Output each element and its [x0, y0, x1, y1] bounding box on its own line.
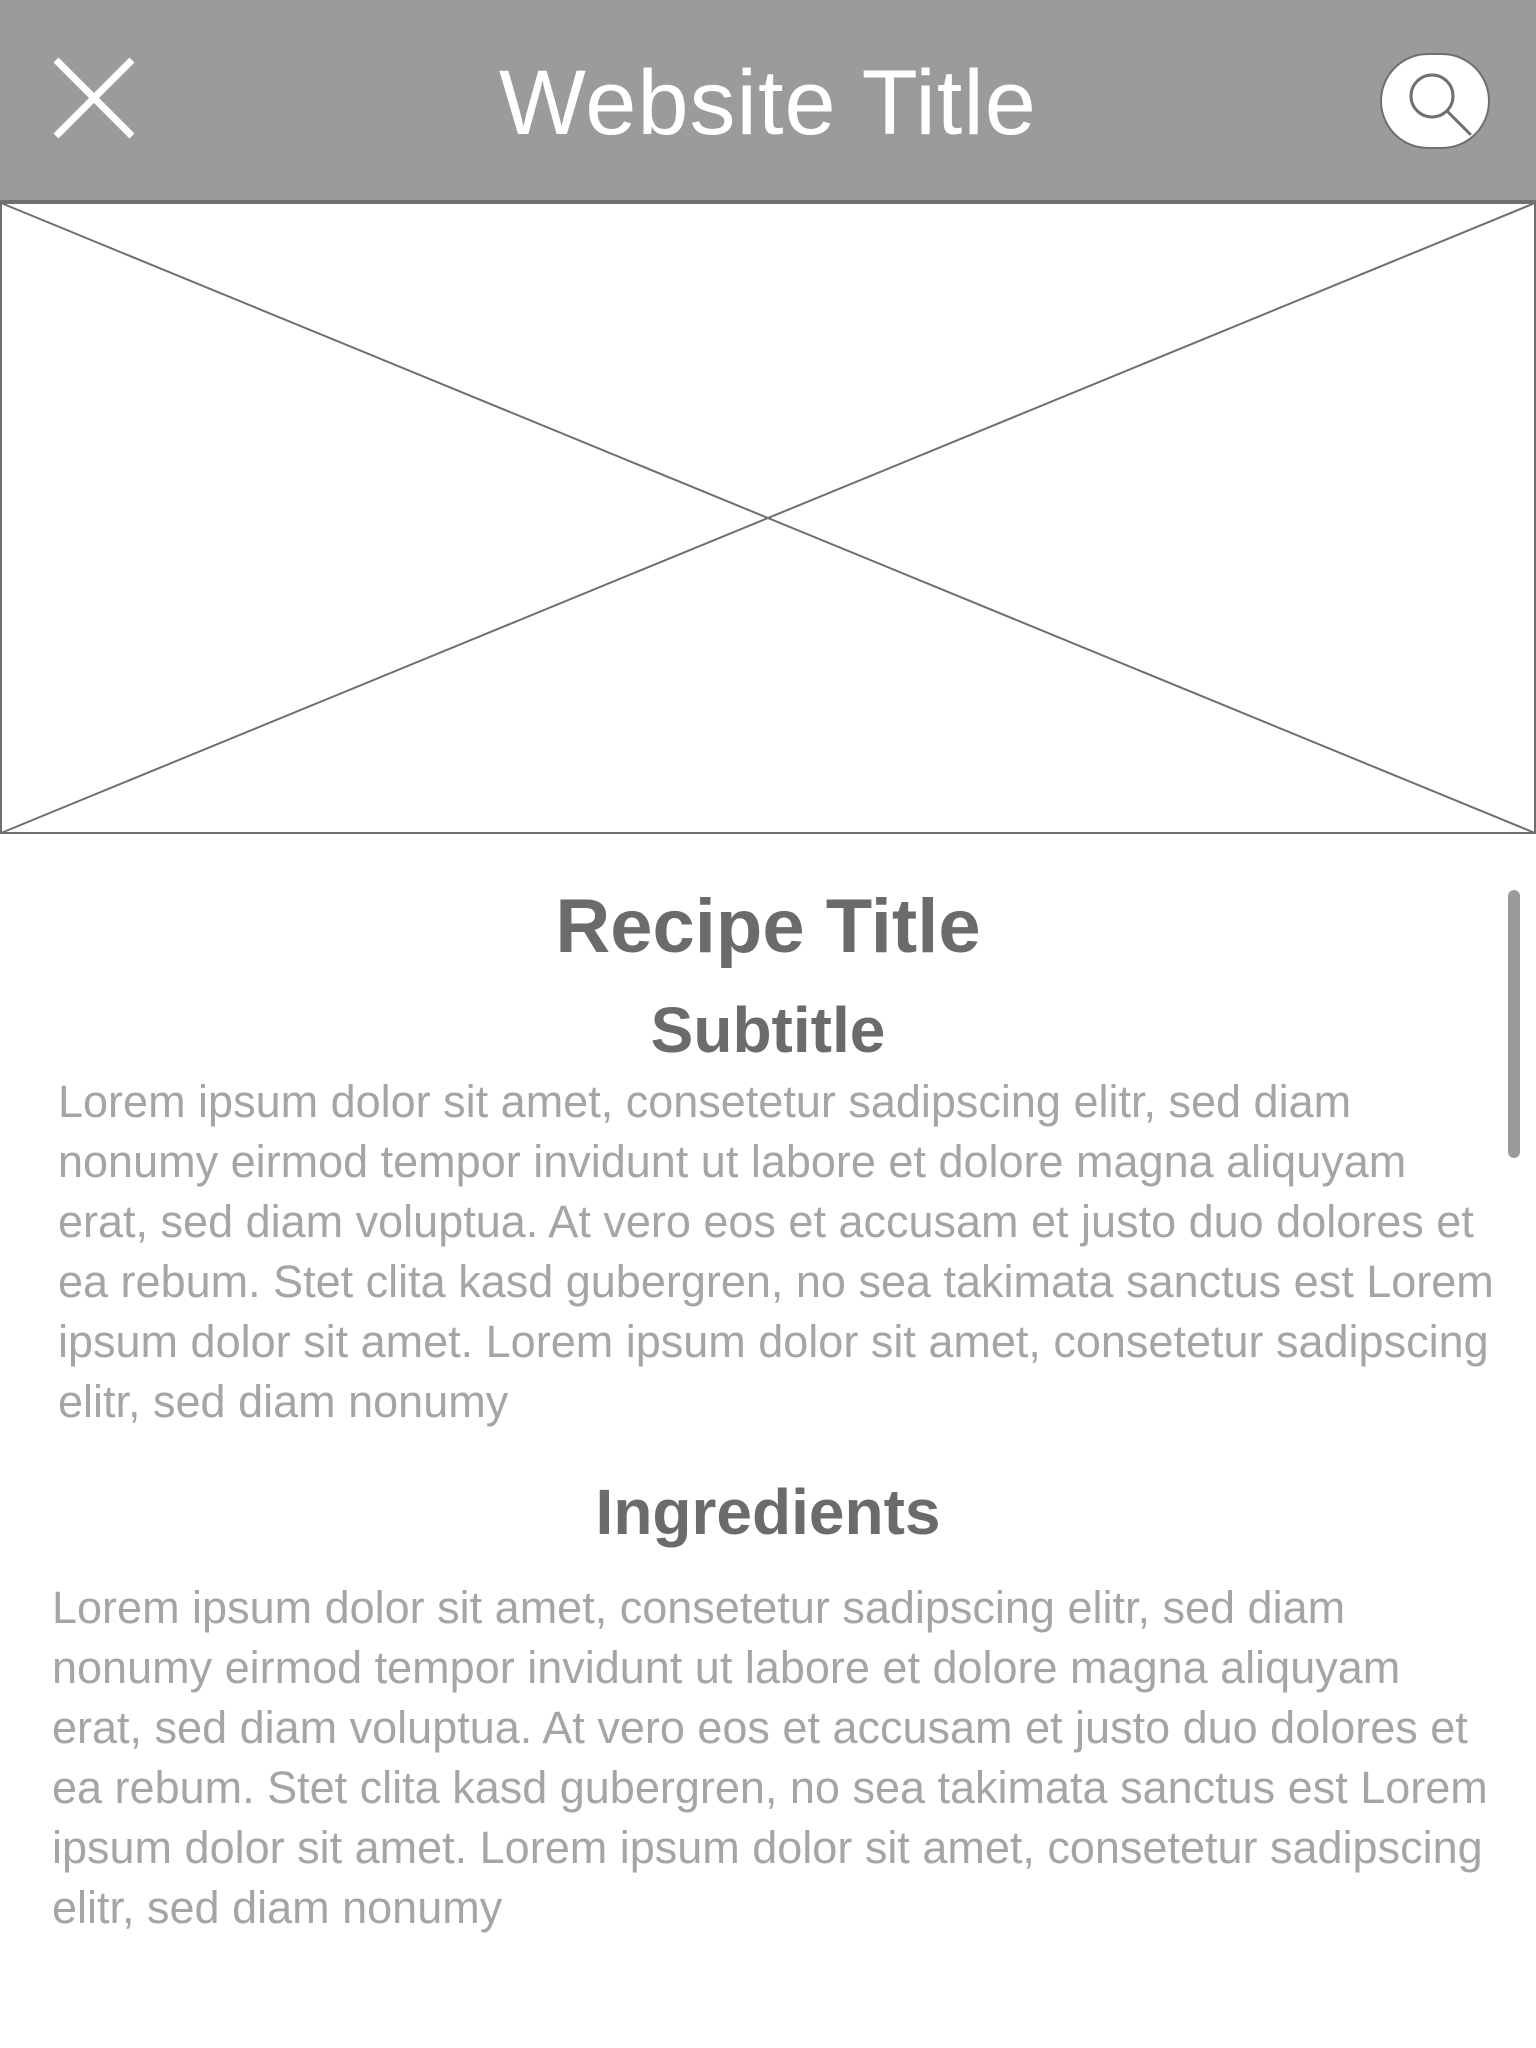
- search-icon: [1409, 73, 1472, 136]
- recipe-title: Recipe Title: [555, 884, 981, 969]
- recipe-content: Recipe Title Subtitle Lorem ipsum dolor …: [0, 834, 1536, 2048]
- ingredients-text: Lorem ipsum dolor sit amet, consetetur s…: [52, 1582, 1488, 1933]
- hero-image-placeholder: [0, 202, 1536, 834]
- search-button[interactable]: [1380, 53, 1490, 149]
- site-header: Website Title: [0, 0, 1536, 202]
- website-title: Website Title: [499, 52, 1037, 154]
- vertical-scrollbar[interactable]: [1508, 890, 1520, 1158]
- ingredients-heading: Ingredients: [595, 1476, 941, 1548]
- recipe-intro-text: Lorem ipsum dolor sit amet, consetetur s…: [58, 1076, 1494, 1427]
- recipe-subtitle: Subtitle: [650, 994, 886, 1066]
- image-placeholder-icon: [0, 202, 1536, 834]
